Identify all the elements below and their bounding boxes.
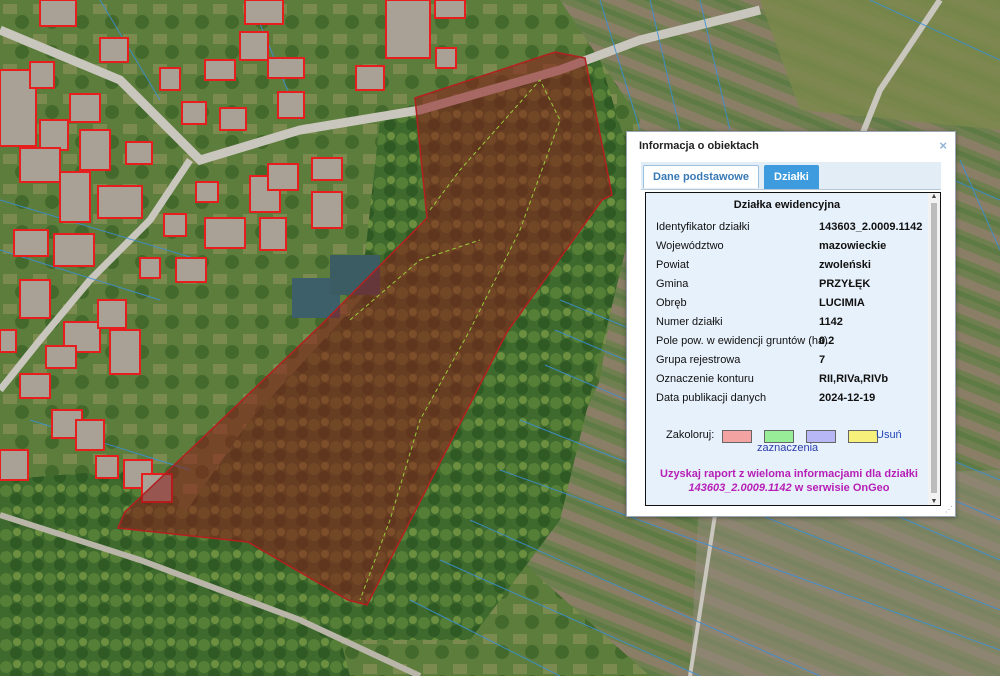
tab-basic-data[interactable]: Dane podstawowe xyxy=(643,165,759,188)
report-suffix: w serwisie OnGeo xyxy=(791,482,890,494)
object-info-dialog[interactable]: Informacja o obiektach × Dane podstawowe… xyxy=(626,131,956,517)
selection-label: zaznaczenia xyxy=(757,442,819,454)
field-row-register-group: Grupa rejestrowa 7 xyxy=(656,354,926,372)
field-value: 143603_2.0009.1142 xyxy=(819,221,923,233)
scrollbar-thumb[interactable] xyxy=(931,203,937,493)
dialog-titlebar[interactable]: Informacja o obiektach × xyxy=(627,132,955,160)
field-label: Data publikacji danych xyxy=(656,392,767,404)
field-row-publication-date: Data publikacji danych 2024-12-19 xyxy=(656,392,926,410)
scroll-down-icon[interactable]: ▼ xyxy=(930,498,938,505)
field-label: Województwo xyxy=(656,240,724,252)
field-value: 2024-12-19 xyxy=(819,392,876,404)
colorize-label: Zakoloruj: xyxy=(666,429,715,441)
field-row-commune: Gmina PRZYŁĘK xyxy=(656,278,926,296)
dialog-title: Informacja o obiektach xyxy=(639,140,759,152)
field-row-contour: Oznaczenie konturu RII,RIVa,RIVb xyxy=(656,373,926,391)
field-value: LUCIMIA xyxy=(819,297,865,309)
field-value: mazowieckie xyxy=(819,240,887,252)
field-label: Powiat xyxy=(656,259,690,271)
field-value: 0.2 xyxy=(819,335,835,347)
report-text: Uzyskaj raport z wieloma informacjami dl… xyxy=(660,468,918,480)
field-label: Oznaczenie konturu xyxy=(656,373,754,385)
field-label: Pole pow. w ewidencji gruntów (ha) xyxy=(656,335,828,347)
field-label: Numer działki xyxy=(656,316,723,328)
field-row-county: Powiat zwoleński xyxy=(656,259,926,277)
field-row-precinct: Obręb LUCIMIA xyxy=(656,297,926,315)
scrollbar[interactable]: ▲ ▼ xyxy=(928,193,940,505)
field-value: PRZYŁĘK xyxy=(819,278,871,290)
field-label: Grupa rejestrowa xyxy=(656,354,741,366)
field-row-voivodeship: Województwo mazowieckie xyxy=(656,240,926,258)
ongeo-report-link[interactable]: Uzyskaj raport z wieloma informacjami dl… xyxy=(654,467,924,495)
tab-parcels[interactable]: Działki xyxy=(764,165,819,189)
field-value: zwoleński xyxy=(819,259,871,271)
tab-bar: Dane podstawowe Działki xyxy=(641,162,941,190)
report-parcel-id: 143603_2.0009.1142 xyxy=(688,482,792,494)
field-value: 7 xyxy=(819,354,826,366)
swatch-red[interactable] xyxy=(722,430,752,443)
remove-color-link[interactable]: Usuń xyxy=(876,429,902,441)
field-value: 1142 xyxy=(819,316,843,328)
field-label: Identyfikator działki xyxy=(656,221,750,233)
scroll-up-icon[interactable]: ▲ xyxy=(930,193,938,200)
field-label: Obręb xyxy=(656,297,687,309)
close-icon[interactable]: × xyxy=(939,138,947,153)
field-row-parcel-id: Identyfikator działki 143603_2.0009.1142 xyxy=(656,221,926,239)
parcel-info-panel: Działka ewidencyjna Identyfikator działk… xyxy=(645,192,941,506)
field-row-parcel-number: Numer działki 1142 xyxy=(656,316,926,334)
field-label: Gmina xyxy=(656,278,689,290)
field-value: RII,RIVa,RIVb xyxy=(819,373,889,385)
section-title: Działka ewidencyjna xyxy=(733,199,841,211)
field-row-area: Pole pow. w ewidencji gruntów (ha) 0.2 xyxy=(656,335,926,353)
swatch-yellow[interactable] xyxy=(848,430,878,443)
resize-grip-icon[interactable]: ⋰ xyxy=(945,505,953,514)
